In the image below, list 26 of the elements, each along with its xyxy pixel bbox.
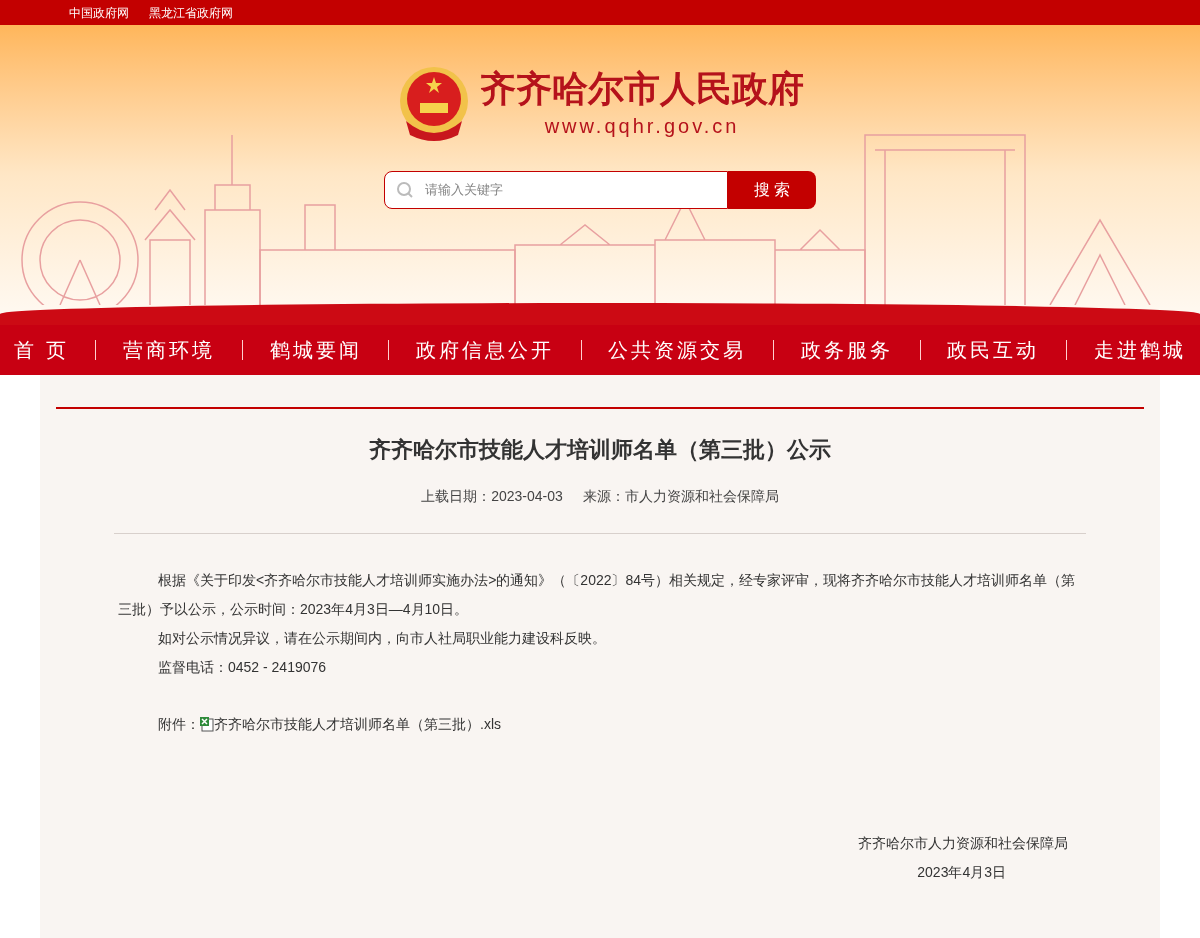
site-title: 齐齐哈尔市人民政府 — [480, 66, 804, 111]
article-title: 齐齐哈尔市技能人才培训师名单（第三批）公示 — [368, 436, 832, 464]
top-link[interactable]: 中国政府网 — [69, 3, 129, 22]
nav-item[interactable]: 公共资源交易 — [608, 335, 747, 365]
article-paragraph: 如对公示情况异议，请在公示期间内，向市人社局职业能力建设科反映。 — [157, 629, 607, 648]
site-url: www.qqhr.gov.cn — [544, 113, 740, 139]
signature-line: 齐齐哈尔市人力资源和社会保障局 — [858, 834, 1068, 853]
nav-item[interactable]: 首 页 — [14, 335, 69, 365]
upload-date: 上载日期：2023-04-03 — [421, 487, 563, 506]
top-link[interactable]: 黑龙江省政府网 — [149, 3, 233, 22]
nav-item[interactable]: 鹤城要闻 — [269, 335, 362, 365]
article-paragraph: 监督电话：0452 - 2419076 — [157, 658, 328, 677]
attachment-label: 附件： — [158, 715, 200, 734]
search-field[interactable]: 请输入关键字 — [384, 171, 728, 209]
search-icon — [396, 181, 414, 199]
article-source: 来源：市人力资源和社会保障局 — [582, 487, 779, 506]
nav-item[interactable]: 政务服务 — [800, 335, 893, 365]
nav-item[interactable]: 政民互动 — [947, 335, 1040, 365]
signature-line: 2023年4月3日 — [917, 863, 1007, 882]
spreadsheet-file-icon — [200, 717, 214, 732]
nav-item[interactable]: 营商环境 — [123, 335, 216, 365]
attachment-link[interactable]: 齐齐哈尔市技能人才培训师名单（第三批）.xls — [214, 710, 501, 739]
nav-item[interactable]: 走进鹤城 — [1093, 335, 1186, 365]
nav-item[interactable]: 政府信息公开 — [415, 335, 554, 365]
search-button[interactable]: 搜 索 — [728, 171, 816, 209]
article-paragraph: 根据《关于印发<齐齐哈尔市技能人才培训师实施办法>的通知》（〔2022〕84号）相关规定，经专家评审，现将齐齐哈尔市技能人才培训师名单（第三批）予以公示，公示时间：2023年4月3日—4月10日。 — [118, 571, 1077, 619]
